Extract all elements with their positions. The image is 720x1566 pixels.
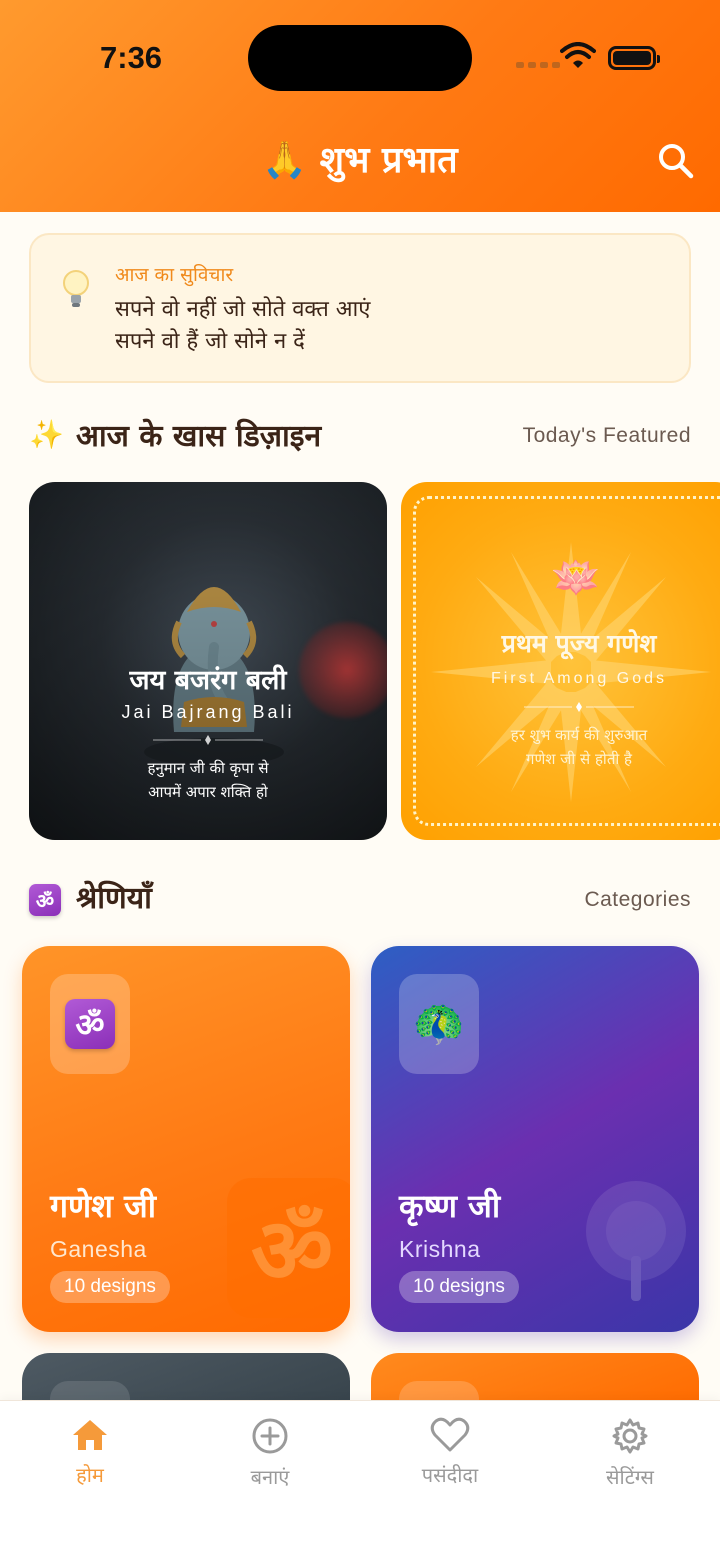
categories-subtitle: Categories [584, 888, 691, 911]
home-icon [73, 1420, 107, 1450]
daily-quote-card[interactable]: आज का सुविचार सपने वो नहीं जो सोते वक्त … [29, 233, 691, 383]
dynamic-island [248, 25, 472, 91]
featured-title: आज के खास डिज़ाइन [76, 419, 322, 454]
peacock-icon: 🦚 [412, 999, 466, 1048]
category-card-ganesha[interactable]: ॐ ॐ गणेश जी Ganesha 10 designs [22, 946, 350, 1332]
sparkles-icon: ✨ [29, 418, 64, 451]
featured-card[interactable]: जय बजरंग बली Jai Bajrang Bali हनुमान जी … [29, 482, 387, 840]
divider-ornament [153, 735, 263, 745]
featured-card-line: हनुमान जी की कृपा से [147, 759, 269, 777]
design-count-badge: 10 designs [399, 1271, 519, 1303]
nav-label: सेटिंग्स [606, 1465, 654, 1489]
category-card-krishna[interactable]: 🦚 कृष्ण जी Krishna 10 designs [371, 946, 699, 1332]
nav-favorites[interactable]: पसंदीदा [390, 1417, 510, 1488]
battery-icon [608, 46, 660, 70]
featured-card-subtitle: First Among Gods [490, 670, 668, 687]
category-name: गणेश जी [50, 1187, 157, 1225]
cellular-signal-icon [516, 62, 560, 68]
status-time: 7:36 [100, 40, 163, 75]
quote-line: सपने वो हैं जो सोने न दें [115, 329, 305, 354]
featured-subtitle[interactable]: Today's Featured [523, 424, 691, 448]
search-icon[interactable] [656, 141, 696, 181]
nav-label: पसंदीदा [421, 1463, 479, 1487]
nav-home[interactable]: होम [30, 1417, 150, 1488]
om-icon: ॐ [65, 999, 115, 1049]
peacock-watermark [586, 1181, 686, 1301]
bottom-navigation: होम बनाएं पसंदीदा सेटिंग्स [0, 1400, 720, 1566]
nav-settings[interactable]: सेटिंग्स [570, 1417, 690, 1490]
om-icon: ॐ [29, 884, 61, 916]
featured-card-line: गणेश जी से होती है [526, 750, 632, 768]
lightbulb-icon [63, 270, 89, 307]
quote-label: आज का सुविचार [115, 264, 234, 286]
category-name: कृष्ण जी [399, 1187, 501, 1225]
featured-card-line: हर शुभ कार्य की शुरुआत [510, 726, 648, 744]
categories-title: श्रेणियाँ [76, 881, 152, 916]
category-name-english: Krishna [399, 1236, 481, 1262]
nav-create[interactable]: बनाएं [210, 1417, 330, 1490]
lotus-icon: 🪷 [551, 555, 601, 601]
page-title: 🙏 शुभ प्रभात [262, 140, 458, 181]
featured-card-line: आपमें अपार शक्ति हो [148, 783, 268, 801]
category-name-english: Ganesha [50, 1236, 147, 1262]
quote-line: सपने वो नहीं जो सोते वक्त आएं [115, 297, 371, 322]
category-icon-box: 🦚 [399, 974, 479, 1074]
gear-icon [612, 1418, 648, 1454]
featured-card-title: प्रथम पूज्य गणेश [501, 629, 657, 658]
featured-card[interactable]: 🪷 प्रथम पूज्य गणेश First Among Gods हर श… [401, 482, 720, 840]
om-watermark: ॐ [227, 1178, 350, 1318]
divider-ornament [524, 702, 634, 712]
heart-icon [430, 1417, 470, 1452]
add-circle-icon [252, 1418, 288, 1454]
nav-label: बनाएं [250, 1465, 290, 1489]
app-header: 7:36 🙏 शुभ प्रभात [0, 0, 720, 212]
featured-card-title: जय बजरंग बली [129, 665, 287, 696]
category-icon-box: ॐ [50, 974, 130, 1074]
nav-label: होम [76, 1463, 104, 1487]
featured-card-subtitle: Jai Bajrang Bali [121, 702, 295, 722]
design-count-badge: 10 designs [50, 1271, 170, 1303]
wifi-icon [560, 42, 596, 68]
